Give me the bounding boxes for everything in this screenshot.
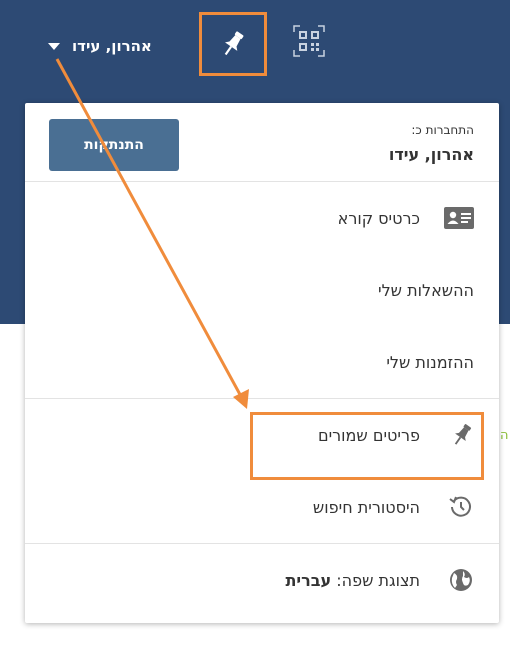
menu-section-saved: פריטים שמורים היסטורית חיפוש [25, 399, 499, 544]
background-text-fragment: ה [500, 428, 509, 443]
globe-icon [438, 568, 474, 592]
user-menu-toggle[interactable]: אהרון, עידו [48, 36, 152, 56]
menu-item-label: פריטים שמורים [317, 425, 420, 445]
menu-section-language: תצוגת שפה: עברית [25, 544, 499, 616]
menu-item-label: כרטיס קורא [337, 208, 420, 228]
menu-item-label: היסטורית חיפוש [312, 497, 420, 517]
pushpin-icon [438, 423, 474, 447]
menu-item-label: ההזמנות שלי [386, 352, 474, 372]
id-card-icon [438, 206, 474, 230]
qr-code-button[interactable] [292, 24, 326, 58]
history-icon [438, 495, 474, 519]
menu-item-reader-card[interactable]: כרטיס קורא [25, 182, 499, 254]
menu-item-label: ההשאלות שלי [378, 280, 474, 300]
logged-in-as-label: התחברות כ: [411, 123, 474, 137]
caret-down-icon [48, 42, 60, 50]
logout-button[interactable]: התנתקות [49, 119, 179, 171]
menu-item-search-history[interactable]: היסטורית חיפוש [25, 471, 499, 543]
menu-login-header: התחברות כ: אהרון, עידו התנתקות [25, 103, 499, 182]
language-value: עברית [285, 570, 332, 590]
logged-in-user-name: אהרון, עידו [388, 145, 474, 164]
menu-item-label: תצוגת שפה: עברית [285, 571, 420, 590]
menu-item-language[interactable]: תצוגת שפה: עברית [25, 544, 499, 616]
user-dropdown-menu: התחברות כ: אהרון, עידו התנתקות כרטיס קור… [25, 103, 499, 623]
menu-item-my-requests[interactable]: ההזמנות שלי [25, 326, 499, 398]
menu-item-saved-items[interactable]: פריטים שמורים [25, 399, 499, 471]
language-prefix: תצוגת שפה: [336, 570, 420, 590]
qr-code-icon [293, 25, 325, 57]
menu-item-my-loans[interactable]: ההשאלות שלי [25, 254, 499, 326]
user-name: אהרון, עידו [72, 37, 152, 55]
pinned-items-button[interactable] [199, 12, 267, 76]
pushpin-icon [224, 31, 244, 56]
menu-section-account: כרטיס קורא ההשאלות שלי ההזמנות שלי [25, 182, 499, 399]
